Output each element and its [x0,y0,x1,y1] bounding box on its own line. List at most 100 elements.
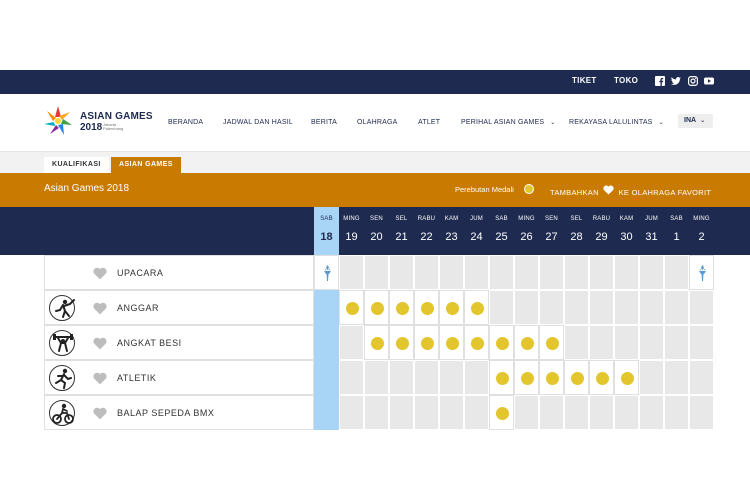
toko-link[interactable]: TOKO [614,76,638,85]
language-selector[interactable]: INA ⌄ [678,114,713,128]
date-column-18[interactable]: SAB 18 [314,207,339,255]
medal-event-icon [471,337,484,350]
date-column-27[interactable]: SEN 27 [539,207,564,255]
tab-kualifikasi[interactable]: KUALIFIKASI [44,157,109,173]
schedule-cell[interactable] [539,325,564,360]
nav-item-berita[interactable]: BERITA [311,119,337,126]
favorite-prefix: TAMBAHKAN [550,188,599,197]
torch-icon [697,264,708,282]
bmx-icon [49,400,75,426]
schedule-cell[interactable] [489,360,514,395]
schedule-cell[interactable] [439,290,464,325]
table-row: UPACARA [44,255,714,290]
schedule-cell[interactable] [314,255,339,290]
nav-item-jadwal-dan-hasil[interactable]: JADWAL DAN HASIL [223,119,293,126]
schedule-cell[interactable] [539,360,564,395]
weekday-label: SAB [670,216,683,222]
nav-item-rekayasa-lalulintas[interactable]: REKAYASA LALULINTAS ⌄ [569,119,664,126]
schedule-cell[interactable] [389,290,414,325]
heart-icon[interactable] [93,372,107,385]
schedule-cell[interactable] [414,325,439,360]
heart-icon [603,185,614,195]
instagram-icon[interactable] [688,76,698,86]
schedule-cell[interactable] [364,290,389,325]
schedule-cell [564,395,589,430]
date-column-25[interactable]: SAB 25 [489,207,514,255]
schedule-cell [639,255,664,290]
schedule-cell[interactable] [489,395,514,430]
schedule-cell [314,325,339,360]
schedule-cell[interactable] [514,325,539,360]
heart-icon[interactable] [93,407,107,420]
torch-icon [322,264,333,282]
tiket-link[interactable]: TIKET [572,76,597,85]
chevron-down-icon: ⌄ [658,120,664,126]
youtube-icon[interactable] [704,76,714,86]
sport-label-cell[interactable]: ATLETIK [44,360,314,395]
schedule-cell[interactable] [464,325,489,360]
schedule-cell [539,290,564,325]
schedule-cell[interactable] [364,325,389,360]
schedule-cell[interactable] [564,360,589,395]
date-column-30[interactable]: KAM 30 [614,207,639,255]
date-column-22[interactable]: RABU 22 [414,207,439,255]
schedule-cell[interactable] [589,360,614,395]
date-column-21[interactable]: SEL 21 [389,207,414,255]
weekday-label: RABU [592,216,611,222]
nav-item-beranda[interactable]: BERANDA [168,119,203,126]
add-favorite-link[interactable]: TAMBAHKAN KE OLAHRAGA FAVORIT [550,185,711,197]
medal-event-icon [546,337,559,350]
schedule-cell[interactable] [614,360,639,395]
schedule-cell [389,255,414,290]
day-number: 19 [345,231,358,243]
sport-label-cell[interactable]: UPACARA [44,255,314,290]
schedule-cell[interactable] [389,325,414,360]
date-header-row: SAB 18 MING 19 SEN 20 SEL 21 RABU 22 KAM 23 JUM 24 SAB… [0,207,750,255]
asian-games-logo-icon[interactable] [43,104,73,138]
date-column-20[interactable]: SEN 20 [364,207,389,255]
heart-icon[interactable] [93,302,107,315]
weekday-label: SEL [570,216,583,222]
heart-icon[interactable] [93,267,107,280]
date-column-28[interactable]: SEL 28 [564,207,589,255]
tab-asian-games[interactable]: ASIAN GAMES [111,157,181,173]
schedule-cell [414,360,439,395]
schedule-cell [614,395,639,430]
schedule-cell[interactable] [339,290,364,325]
weekday-label: SEL [395,216,408,222]
date-column-1[interactable]: SAB 1 [664,207,689,255]
schedule-cell[interactable] [489,325,514,360]
medal-legend-label: Perebutan Medali [455,185,514,194]
date-column-19[interactable]: MING 19 [339,207,364,255]
medal-event-icon [396,302,409,315]
sport-label-cell[interactable]: ANGKAT BESI [44,325,314,360]
date-column-2[interactable]: MING 2 [689,207,714,255]
schedule-cell[interactable] [439,325,464,360]
facebook-icon[interactable] [655,76,665,86]
sport-label-cell[interactable]: ANGGAR [44,290,314,325]
nav-item-perihal-asian-games[interactable]: PERIHAL ASIAN GAMES ⌄ [461,119,556,126]
schedule-cell [639,360,664,395]
heart-icon[interactable] [93,337,107,350]
schedule-cell[interactable] [689,255,714,290]
date-column-31[interactable]: JUM 31 [639,207,664,255]
schedule-cell[interactable] [514,360,539,395]
weekday-label: KAM [444,216,459,222]
schedule-cell [689,395,714,430]
date-column-23[interactable]: KAM 23 [439,207,464,255]
favorite-suffix: KE OLAHRAGA FAVORIT [618,188,712,197]
date-column-29[interactable]: RABU 29 [589,207,614,255]
date-column-26[interactable]: MING 26 [514,207,539,255]
schedule-cell[interactable] [464,290,489,325]
medal-event-icon [421,302,434,315]
main-navigation: ASIAN GAMES 2018 Jakarta Palembang BERAND… [0,94,750,152]
sport-label-cell[interactable]: BALAP SEPEDA BMX [44,395,314,430]
schedule-cell [389,395,414,430]
schedule-cell[interactable] [414,290,439,325]
schedule-cell [439,255,464,290]
nav-item-atlet[interactable]: ATLET [418,119,440,126]
nav-item-olahraga[interactable]: OLAHRAGA [357,119,398,126]
twitter-icon[interactable] [671,76,681,86]
date-column-24[interactable]: JUM 24 [464,207,489,255]
day-number: 27 [545,231,558,243]
